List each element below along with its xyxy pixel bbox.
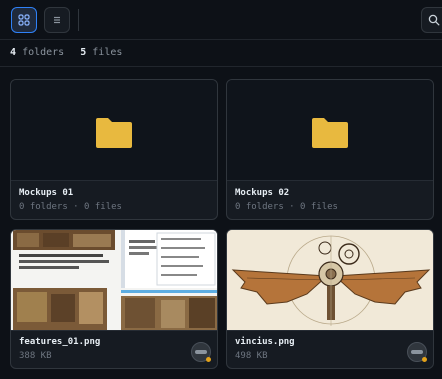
search-button[interactable]: [421, 7, 442, 33]
file-thumbnail: [11, 230, 217, 331]
folder-meta: 0 folders · 0 files: [19, 202, 122, 212]
list-icon: [54, 16, 60, 24]
folder-preview: [227, 80, 433, 181]
file-card-features-01[interactable]: features_01.png 388 KB: [10, 229, 218, 369]
avatar[interactable]: [407, 342, 427, 362]
toolbar: [0, 0, 442, 40]
avatar-icon: [195, 350, 207, 354]
folder-card-mockups-01[interactable]: Mockups 01 0 folders · 0 files: [10, 79, 218, 220]
folder-meta: 0 folders · 0 files: [235, 202, 338, 212]
status-dot: [206, 357, 211, 362]
file-card-vincius[interactable]: vincius.png 498 KB: [226, 229, 434, 369]
status-dot: [422, 357, 427, 362]
folder-name: Mockups 02: [235, 188, 290, 198]
thumbnail-image: [11, 230, 217, 330]
file-size: 388 KB: [19, 351, 52, 361]
toolbar-divider: [78, 9, 79, 31]
grid-view-button[interactable]: [11, 7, 37, 33]
folders-label: folders: [22, 47, 65, 58]
avatar[interactable]: [191, 342, 211, 362]
file-name: vincius.png: [235, 337, 295, 347]
folder-preview: [11, 80, 217, 181]
folder-icon: [96, 118, 132, 148]
file-size: 498 KB: [235, 351, 268, 361]
folder-card-mockups-02[interactable]: Mockups 02 0 folders · 0 files: [226, 79, 434, 220]
grid-icon: [18, 14, 30, 26]
file-thumbnail: [227, 230, 433, 331]
file-name: features_01.png: [19, 337, 101, 347]
avatar-icon: [411, 350, 423, 354]
files-count: 5: [80, 47, 87, 58]
folders-count: 4: [10, 47, 17, 58]
item-counts: 4 folders 5 files: [10, 44, 122, 62]
search-icon: [428, 14, 440, 26]
folder-name: Mockups 01: [19, 188, 74, 198]
folder-icon: [312, 118, 348, 148]
files-label: files: [92, 47, 123, 58]
thumbnail-image: [227, 230, 433, 330]
counts-divider: [0, 66, 442, 67]
list-view-button[interactable]: [44, 7, 70, 33]
